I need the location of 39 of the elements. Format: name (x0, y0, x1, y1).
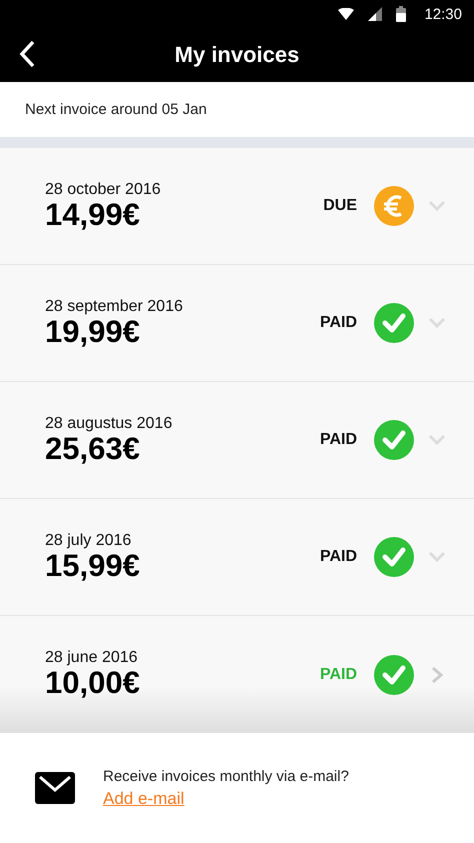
chevron-right-icon (431, 666, 443, 684)
status-label: PAID (320, 431, 357, 449)
euro-icon (374, 186, 414, 226)
invoice-row[interactable]: 28 augustus 2016 25,63€ PAID (0, 382, 474, 499)
invoice-date: 28 october 2016 (45, 180, 162, 199)
next-invoice-text: Next invoice around 05 Jan (25, 101, 207, 118)
check-icon (374, 537, 414, 577)
status-label: PAID (320, 548, 357, 566)
invoice-amount: 25,63€ (45, 432, 141, 466)
back-button[interactable] (18, 40, 36, 68)
battery-icon (396, 6, 406, 22)
signal-icon (368, 7, 382, 21)
wifi-icon (338, 8, 354, 20)
chevron-down-icon (428, 551, 446, 563)
chevron-down-icon (428, 434, 446, 446)
status-label: PAID (320, 666, 357, 684)
invoice-amount: 14,99€ (45, 198, 141, 232)
envelope-icon (35, 772, 75, 804)
chevron-down-icon (428, 200, 446, 212)
status-label: DUE (323, 197, 357, 215)
clock-time: 12:30 (424, 6, 462, 22)
invoice-date: 28 june 2016 (45, 649, 139, 668)
chevron-down-icon (428, 317, 446, 329)
invoice-row[interactable]: 28 june 2016 10,00€ PAID (0, 616, 474, 733)
invoice-row[interactable]: 28 september 2016 19,99€ PAID (0, 265, 474, 382)
invoice-amount: 19,99€ (45, 316, 140, 348)
status-label: PAID (320, 314, 357, 332)
invoice-row[interactable]: 28 october 2016 14,99€ DUE (0, 148, 474, 265)
invoice-date: 28 july 2016 (45, 532, 132, 550)
invoice-row[interactable]: 28 july 2016 15,99€ PAID (0, 499, 474, 616)
invoice-date: 28 september 2016 (45, 298, 184, 316)
check-icon (374, 303, 414, 343)
invoice-amount: 10,00€ (45, 667, 141, 700)
check-icon (374, 420, 414, 460)
invoice-amount: 15,99€ (45, 550, 141, 582)
email-prompt: Receive invoices monthly via e-mail? (103, 768, 349, 784)
invoice-date: 28 augustus 2016 (45, 414, 174, 433)
check-icon (374, 654, 414, 694)
page-title: My invoices (174, 42, 300, 68)
